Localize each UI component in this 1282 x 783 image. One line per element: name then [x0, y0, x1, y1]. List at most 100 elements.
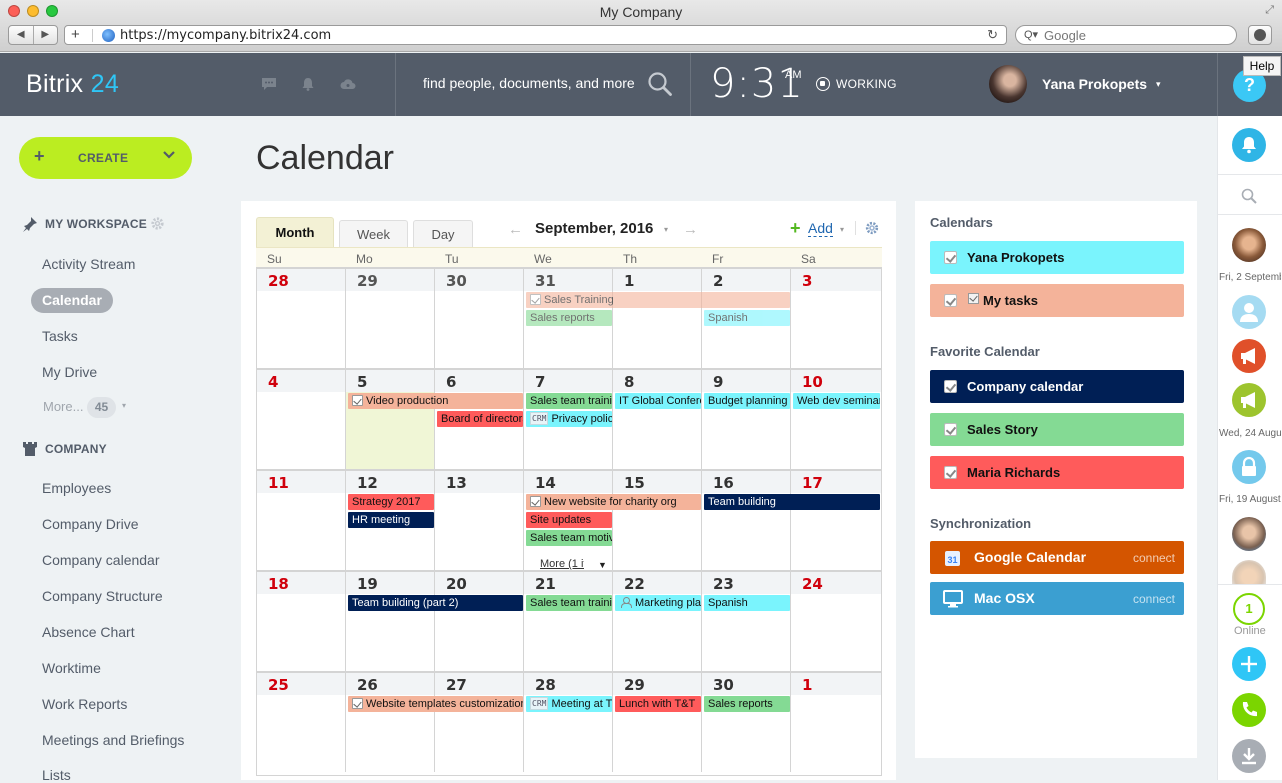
gear-icon[interactable] — [865, 221, 879, 235]
day-number[interactable]: 31 — [535, 272, 556, 290]
day-cell[interactable]: 11 — [257, 471, 346, 570]
calendar-event[interactable]: Marketing plan — [615, 595, 701, 611]
day-number[interactable]: 4 — [268, 373, 278, 391]
calendar-event[interactable]: Spanish — [704, 595, 790, 611]
day-cell[interactable]: 16 — [702, 471, 791, 570]
connect-link[interactable]: connect — [1133, 592, 1175, 606]
day-cell[interactable]: 20 — [435, 572, 524, 671]
contact-avatar[interactable] — [1232, 295, 1266, 329]
day-cell[interactable]: 13 — [435, 471, 524, 570]
calendar-event[interactable]: New website for charity org — [526, 494, 701, 510]
calendar-event[interactable]: HR meeting — [348, 512, 434, 528]
group-chat-button[interactable] — [1232, 339, 1266, 373]
sidebar-item-lists[interactable]: Lists — [42, 767, 71, 783]
notifications-button[interactable] — [1232, 128, 1266, 162]
sync-mac-osx[interactable]: Mac OSX connect — [930, 582, 1184, 615]
tab-month[interactable]: Month — [256, 217, 334, 248]
reload-icon[interactable]: ↻ — [987, 27, 998, 43]
sidebar-item-work-reports[interactable]: Work Reports — [42, 696, 127, 712]
day-cell[interactable]: 19 — [346, 572, 435, 671]
day-number[interactable]: 20 — [446, 575, 467, 593]
day-cell[interactable]: 3 — [791, 269, 881, 368]
day-number[interactable]: 11 — [268, 474, 289, 492]
calendar-event[interactable]: Spanish — [704, 310, 790, 326]
day-cell[interactable]: 15 — [613, 471, 702, 570]
calendar-event[interactable]: Sales team motivation — [526, 530, 612, 546]
day-number[interactable]: 5 — [357, 373, 367, 391]
browser-search-field[interactable]: Q▾ Google — [1015, 25, 1237, 45]
private-chat-button[interactable] — [1232, 450, 1266, 484]
day-cell[interactable]: 1 — [791, 673, 881, 772]
sync-google-calendar[interactable]: 31 Google Calendar connect — [930, 541, 1184, 574]
download-app-button[interactable] — [1232, 739, 1266, 773]
checkbox[interactable] — [944, 294, 957, 307]
day-cell[interactable]: 28 — [257, 269, 346, 368]
address-bar[interactable]: + https://mycompany.bitrix24.com ↻ — [64, 25, 1007, 45]
create-button[interactable]: + CREATE — [19, 137, 192, 179]
calendar-event[interactable]: Sales team training — [526, 393, 612, 409]
forward-button[interactable]: ▶ — [34, 26, 58, 44]
day-cell[interactable]: 29 — [613, 673, 702, 772]
tab-day[interactable]: Day — [413, 220, 473, 247]
day-number[interactable]: 28 — [268, 272, 289, 290]
checkbox[interactable] — [944, 251, 957, 264]
sync-iphone[interactable]: iPhone connect — [930, 623, 1184, 656]
back-button[interactable]: ◀ — [9, 26, 34, 44]
sidebar-item-my-drive[interactable]: My Drive — [42, 364, 97, 380]
calendar-item-company-calendar[interactable]: Company calendar — [930, 370, 1184, 403]
calendar-event[interactable]: Budget planning — [704, 393, 790, 409]
day-number[interactable]: 1 — [624, 272, 634, 290]
day-cell[interactable]: 23 — [702, 572, 791, 671]
day-number[interactable]: 14 — [535, 474, 556, 492]
logo[interactable]: Bitrix 24 — [26, 70, 119, 99]
calendar-event[interactable]: CRM Privacy policy — [526, 411, 612, 427]
day-cell[interactable]: 28 — [524, 673, 613, 772]
calendar-item-maria-richards[interactable]: Maria Richards — [930, 456, 1184, 489]
calendar-item-sales-story[interactable]: Sales Story — [930, 413, 1184, 446]
day-number[interactable]: 8 — [624, 373, 634, 391]
sidebar-item-worktime[interactable]: Worktime — [42, 660, 101, 676]
day-cell[interactable]: 4 — [257, 370, 346, 469]
day-number[interactable]: 3 — [802, 272, 812, 290]
online-count-badge[interactable]: 1 — [1233, 593, 1265, 625]
caret-down-icon[interactable]: ▾ — [122, 401, 126, 410]
day-number[interactable]: 17 — [802, 474, 823, 492]
sidebar-item-company-calendar[interactable]: Company calendar — [42, 552, 160, 568]
day-cell[interactable]: 30 — [435, 269, 524, 368]
calendar-event[interactable]: Lunch with T&T — [615, 696, 701, 712]
day-number[interactable]: 2 — [713, 272, 723, 290]
caret-down-icon[interactable]: ▾ — [840, 225, 844, 234]
day-cell[interactable]: 22 — [613, 572, 702, 671]
cloud-icon[interactable] — [340, 77, 356, 91]
day-number[interactable]: 22 — [624, 575, 645, 593]
user-name[interactable]: Yana Prokopets — [1042, 76, 1147, 92]
sidebar-item-tasks[interactable]: Tasks — [42, 328, 78, 344]
url-text[interactable]: https://mycompany.bitrix24.com — [120, 28, 331, 43]
next-month-arrow[interactable]: → — [683, 221, 698, 238]
checkbox[interactable] — [944, 466, 957, 479]
sidebar-item-absence-chart[interactable]: Absence Chart — [42, 624, 135, 640]
sidebar-item-activity-stream[interactable]: Activity Stream — [42, 256, 135, 272]
day-number[interactable]: 1 — [802, 676, 812, 694]
connect-link[interactable]: connect — [1133, 674, 1175, 688]
add-event-button[interactable]: Add — [808, 221, 833, 237]
calendar-event[interactable]: Sales team training — [526, 595, 612, 611]
day-number[interactable]: 26 — [357, 676, 378, 694]
plus-icon[interactable]: + — [790, 218, 801, 239]
day-cell[interactable]: 25 — [257, 673, 346, 772]
calendar-event[interactable]: Team building — [704, 494, 880, 510]
stop-icon[interactable] — [816, 77, 830, 91]
search-icon[interactable]: Q▾ — [1024, 28, 1038, 41]
fullscreen-icon[interactable]: ⤢ — [1265, 4, 1274, 17]
day-number[interactable]: 15 — [624, 474, 645, 492]
calendar-event[interactable]: Team building (part 2) — [348, 595, 523, 611]
sidebar-item-meetings-briefings[interactable]: Meetings and Briefings — [42, 732, 184, 748]
calendar-event[interactable]: Board of directors — [437, 411, 523, 427]
sync-android[interactable]: Android connect — [930, 664, 1184, 697]
caret-down-icon[interactable]: ▾ — [664, 225, 668, 234]
calendar-item-yana-prokopets[interactable]: Yana Prokopets — [930, 241, 1184, 274]
downloads-button[interactable] — [1248, 25, 1272, 45]
sidebar-item-calendar[interactable]: Calendar — [31, 288, 113, 313]
day-number[interactable]: 18 — [268, 575, 289, 593]
calendar-event[interactable]: Website templates customization — [348, 696, 523, 712]
